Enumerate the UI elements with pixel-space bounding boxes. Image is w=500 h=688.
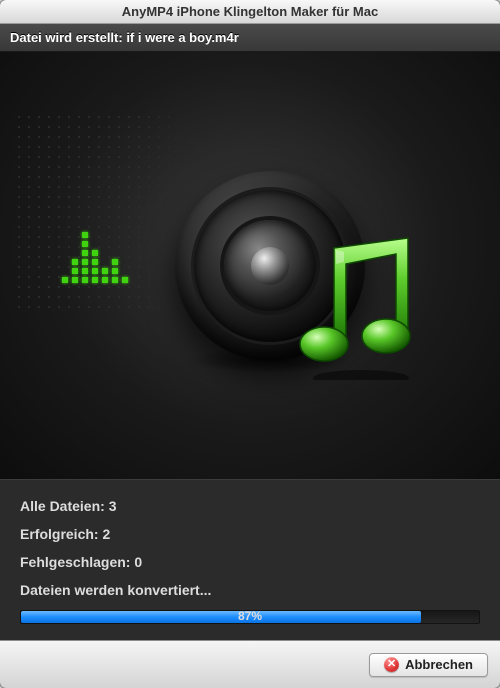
window-title: AnyMP4 iPhone Klingelton Maker für Mac — [122, 4, 378, 19]
info-panel: Alle Dateien: 3 Erfolgreich: 2 Fehlgesch… — [0, 479, 500, 640]
progress-percent-label: 87% — [20, 609, 480, 623]
row-failed: Fehlgeschlagen: 0 — [20, 554, 480, 570]
cancel-x-icon: ✕ — [384, 657, 399, 672]
artwork-area — [0, 52, 500, 479]
cancel-button-label: Abbrechen — [405, 657, 473, 672]
app-window: AnyMP4 iPhone Klingelton Maker für Mac D… — [0, 0, 500, 688]
window-titlebar[interactable]: AnyMP4 iPhone Klingelton Maker für Mac — [0, 0, 500, 24]
music-note-icon — [296, 230, 426, 380]
footer-bar: ✕ Abbrechen — [0, 640, 500, 688]
row-success: Erfolgreich: 2 — [20, 526, 480, 542]
progress-bar: 87% — [20, 610, 480, 624]
all-files-label: Alle Dateien: — [20, 498, 105, 514]
status-filename: if i were a boy.m4r — [126, 30, 238, 45]
row-all-files: Alle Dateien: 3 — [20, 498, 480, 514]
equalizer-icon — [62, 232, 128, 283]
success-value: 2 — [102, 526, 110, 542]
all-files-value: 3 — [109, 498, 117, 514]
converting-label: Dateien werden konvertiert... — [20, 582, 211, 598]
success-label: Erfolgreich: — [20, 526, 99, 542]
failed-value: 0 — [134, 554, 142, 570]
row-converting: Dateien werden konvertiert... — [20, 582, 480, 598]
cancel-button[interactable]: ✕ Abbrechen — [369, 653, 488, 677]
status-bar: Datei wird erstellt: if i were a boy.m4r — [0, 24, 500, 52]
failed-label: Fehlgeschlagen: — [20, 554, 130, 570]
status-prefix: Datei wird erstellt: — [10, 30, 126, 45]
